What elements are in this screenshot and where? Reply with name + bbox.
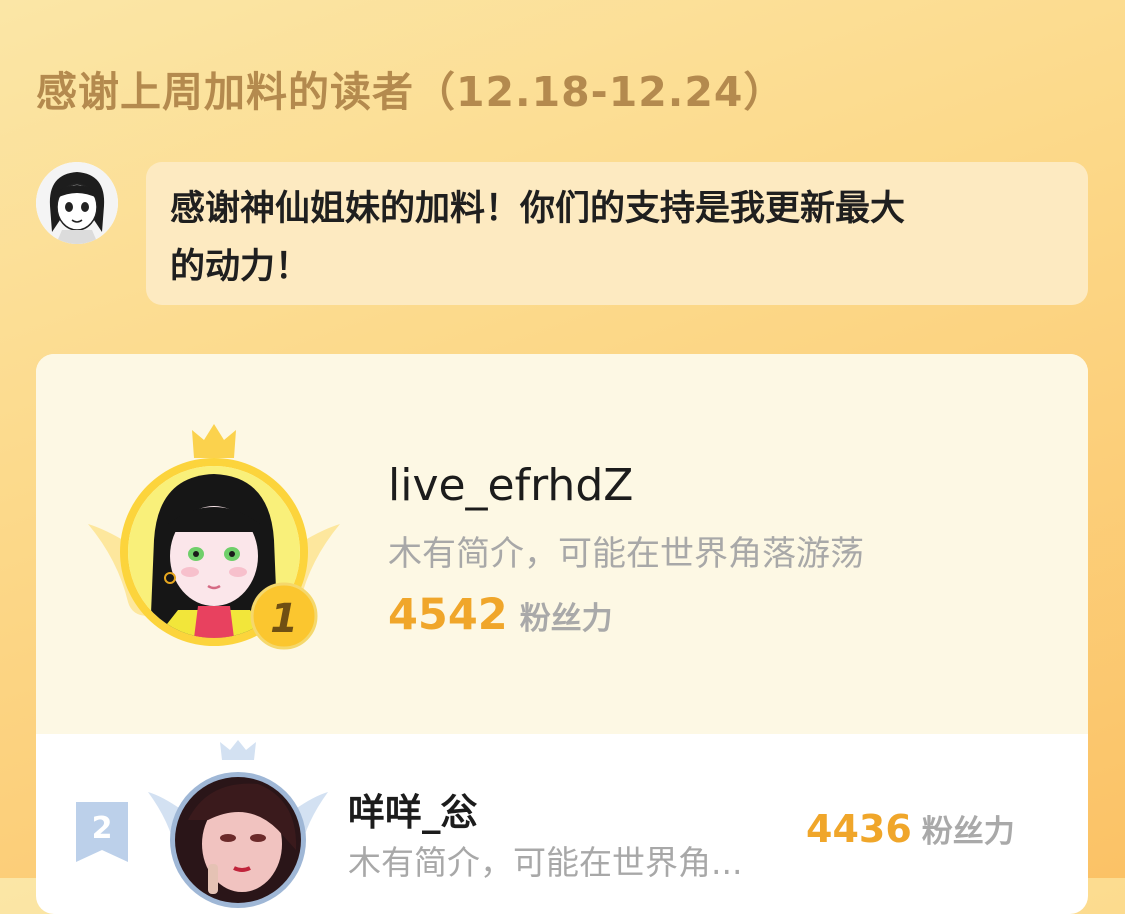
rank-1-intro: 木有简介，可能在世界角落游荡 (388, 534, 864, 574)
author-message-line: 的动力！ (170, 247, 311, 287)
crown-icon (192, 424, 236, 458)
rank-1-number: 1 (270, 596, 298, 642)
author-avatar[interactable] (36, 162, 118, 244)
page-title: 感谢上周加料的读者（12.18-12.24） (36, 68, 786, 116)
rank-2-fan-power: 4436 粉丝力 (806, 806, 1015, 851)
fan-power-unit: 粉丝力 (921, 814, 1015, 850)
fan-power-value: 4542 (388, 590, 508, 640)
fan-power-unit: 粉丝力 (519, 601, 613, 637)
rank-2-flag-icon: 2 (74, 802, 130, 866)
rank-1-username[interactable]: live_efrhdZ (388, 460, 633, 511)
rank-2-username[interactable]: 咩咩_忩 (348, 782, 478, 836)
crown-icon (220, 740, 256, 760)
rank-2-intro: 木有简介，可能在世界角... (348, 843, 743, 882)
fan-power-value: 4436 (806, 807, 912, 851)
author-message-bubble: 感谢神仙姐妹的加料！你们的支持是我更新最大 的动力！ (146, 162, 1088, 305)
rank-2-avatar-badge[interactable] (148, 740, 328, 910)
rank-2-number: 2 (92, 811, 113, 846)
rank-1-section[interactable]: 1 live_efrhdZ 木有简介，可能在世界角落游荡 4542 粉丝力 (36, 354, 1088, 734)
author-message-line: 感谢神仙姐妹的加料！你们的支持是我更新最大 (170, 189, 906, 229)
rank-1-fan-power: 4542 粉丝力 (388, 590, 613, 640)
rank-1-avatar-badge[interactable]: 1 (88, 420, 340, 660)
fan-ranking-card: 1 live_efrhdZ 木有简介，可能在世界角落游荡 4542 粉丝力 2 (36, 354, 1088, 914)
